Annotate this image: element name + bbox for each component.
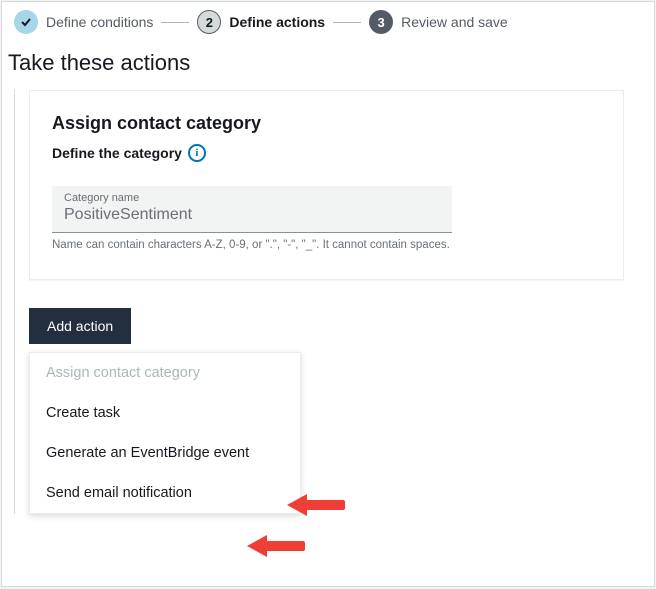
category-name-input[interactable] bbox=[64, 204, 440, 226]
dropdown-item-send-email[interactable]: Send email notification bbox=[30, 473, 300, 513]
check-icon bbox=[14, 10, 38, 34]
add-action-button[interactable]: Add action bbox=[29, 308, 131, 344]
step-2[interactable]: 2 Define actions bbox=[197, 10, 325, 34]
info-icon[interactable]: i bbox=[188, 144, 206, 162]
annotation-arrow-icon bbox=[289, 496, 349, 514]
card-title: Assign contact category bbox=[52, 113, 601, 134]
step-connector bbox=[161, 22, 189, 23]
step-3-num: 3 bbox=[369, 10, 393, 34]
dropdown-item-assign-category: Assign contact category bbox=[30, 353, 300, 393]
input-label: Category name bbox=[64, 192, 440, 204]
step-connector bbox=[333, 22, 361, 23]
category-name-field-group[interactable]: Category name bbox=[52, 186, 452, 233]
dropdown-item-generate-eventbridge[interactable]: Generate an EventBridge event bbox=[30, 433, 300, 473]
step-1-label: Define conditions bbox=[46, 14, 153, 30]
add-action-dropdown: Assign contact category Create task Gene… bbox=[29, 352, 301, 514]
dropdown-item-create-task[interactable]: Create task bbox=[30, 393, 300, 433]
annotation-arrow-icon bbox=[249, 537, 309, 555]
step-2-label: Define actions bbox=[229, 14, 325, 30]
step-3[interactable]: 3 Review and save bbox=[369, 10, 508, 34]
wizard-stepper: Define conditions 2 Define actions 3 Rev… bbox=[2, 2, 654, 46]
card-subtitle: Define the category bbox=[52, 145, 182, 161]
content-area: Assign contact category Define the categ… bbox=[14, 90, 654, 514]
page-title: Take these actions bbox=[2, 46, 654, 90]
step-3-label: Review and save bbox=[401, 14, 508, 30]
helper-text: Name can contain characters A-Z, 0-9, or… bbox=[52, 237, 452, 253]
step-1[interactable]: Define conditions bbox=[14, 10, 153, 34]
step-2-num: 2 bbox=[197, 10, 221, 34]
action-card: Assign contact category Define the categ… bbox=[29, 90, 624, 280]
